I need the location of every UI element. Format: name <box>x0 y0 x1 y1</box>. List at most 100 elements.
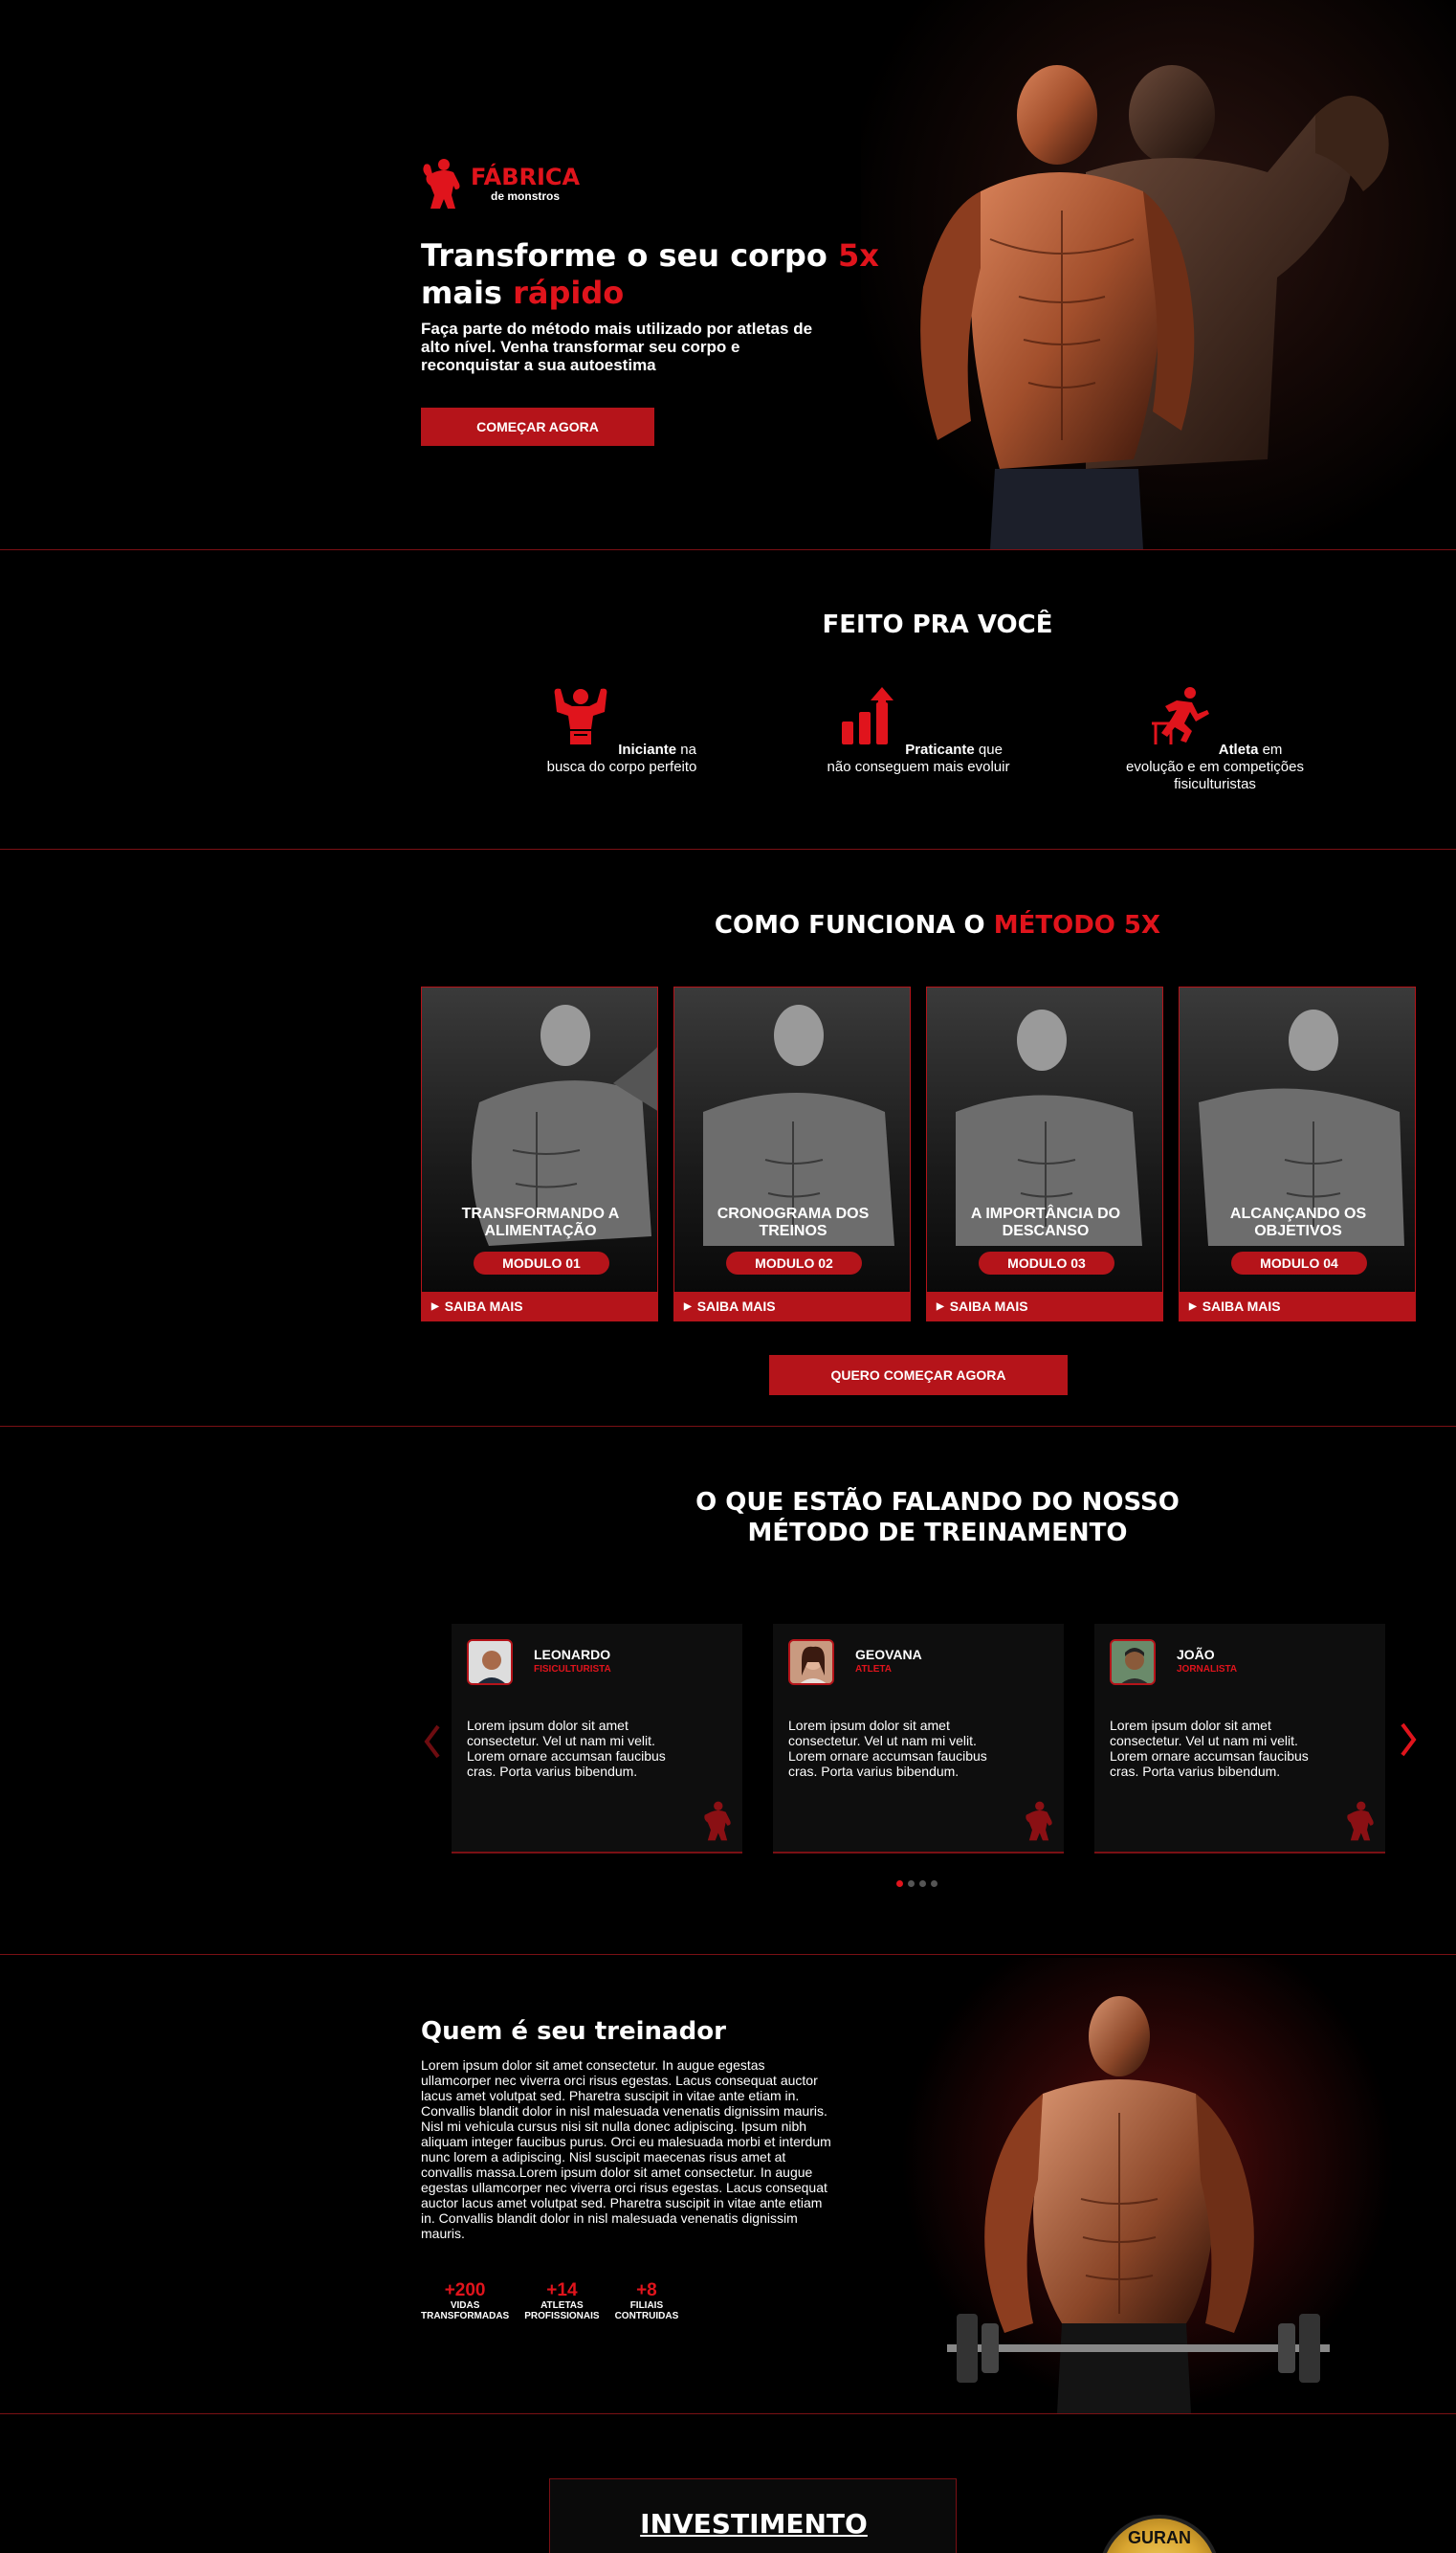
section-divider <box>0 549 1456 550</box>
flexing-man-icon <box>1347 1801 1374 1841</box>
stat-lives-transformed: +200 VIDAS TRANSFORMADAS <box>421 2281 510 2322</box>
module-title: CRONOGRAMA DOS TREINOS <box>717 1206 870 1239</box>
learn-more-link[interactable]: ▶ SAIBA MAIS <box>1180 1292 1415 1321</box>
brand-text: FÁBRICA de monstros <box>471 165 580 203</box>
module-card-1[interactable]: TRANSFORMANDO A ALIMENTAÇÃO MODULO 01 ▶ S… <box>421 987 658 1321</box>
module-title: A IMPORTÂNCIA DO DESCANSO <box>970 1206 1121 1239</box>
stat-professional-athletes: +14 ATLETAS PROFISSIONAIS <box>524 2280 600 2322</box>
learn-more-link[interactable]: ▶ SAIBA MAIS <box>422 1292 657 1321</box>
feature-practitioner: Praticante que não conseguem mais evolui… <box>823 685 1014 776</box>
section-divider <box>0 1426 1456 1427</box>
stat-number: +14 <box>546 2280 578 2300</box>
feature-athlete: Atleta em evolução e em competições fisi… <box>1119 685 1311 793</box>
hero-bodybuilder-image <box>920 65 1389 549</box>
module-card-4[interactable]: ALCANÇANDO OS OBJETIVOS MODULO 04 ▶ SAIBA… <box>1179 987 1416 1321</box>
module-title: ALCANÇANDO OS OBJETIVOS <box>1229 1206 1367 1239</box>
module-image <box>956 1010 1142 1246</box>
learn-more-link[interactable]: ▶ SAIBA MAIS <box>674 1292 910 1321</box>
learn-more-label: SAIBA MAIS <box>696 1299 776 1314</box>
learn-more-label: SAIBA MAIS <box>949 1299 1028 1314</box>
module-card-2[interactable]: CRONOGRAMA DOS TREINOS MODULO 02 ▶ SAIBA … <box>673 987 911 1321</box>
module-badge: MODULO 01 <box>474 1252 609 1275</box>
hero-title-text: mais <box>421 275 514 311</box>
want-to-start-button[interactable]: QUERO COMEÇAR AGORA <box>769 1355 1068 1395</box>
avatar <box>788 1639 834 1685</box>
module-card-3[interactable]: A IMPORTÂNCIA DO DESCANSO MODULO 03 ▶ SAI… <box>926 987 1163 1321</box>
muscle-man-icon <box>554 688 607 744</box>
trainer-stats: +200 VIDAS TRANSFORMADAS +14 ATLETAS PRO… <box>421 2280 679 2322</box>
carousel-prev-arrow-icon[interactable] <box>421 1722 444 1761</box>
carousel-dot[interactable] <box>931 1880 938 1887</box>
stat-label: PROFISSIONAIS <box>524 2311 600 2321</box>
feature-bold: Praticante <box>905 742 975 758</box>
method-title: COMO FUNCIONA O MÉTODO 5X <box>419 911 1456 940</box>
seal-text: GURAN <box>1128 2528 1191 2547</box>
flexing-man-icon <box>423 159 460 209</box>
flexing-man-icon <box>1026 1801 1052 1841</box>
play-icon: ▶ <box>684 1300 692 1312</box>
feature-bold: Iniciante <box>618 742 677 758</box>
testimonials-title: O QUE ESTÃO FALANDO DO NOSSO MÉTODO DE T… <box>419 1487 1456 1548</box>
section-divider <box>0 849 1456 850</box>
carousel-dot[interactable] <box>908 1880 915 1887</box>
trainer-image <box>947 1996 1330 2413</box>
testimonial-name: GEOVANA <box>855 1647 922 1662</box>
avatar-image <box>1112 1641 1154 1683</box>
stat-branches-built: +8 FILIAIS CONTRUIDAS <box>614 2280 679 2322</box>
hero-description: Faça parte do método mais utilizado por … <box>421 320 813 374</box>
module-image <box>703 1005 894 1246</box>
carousel-dot[interactable] <box>919 1880 926 1887</box>
growth-chart-icon <box>842 687 894 744</box>
guarantee-seal: GURAN <box>1098 2515 1221 2553</box>
hero-title-text: Transforme o seu corpo <box>421 237 838 274</box>
brand-logo[interactable]: FÁBRICA de monstros <box>421 157 580 211</box>
testimonial-name: JOÃO <box>1177 1647 1215 1662</box>
module-title: TRANSFORMANDO A ALIMENTAÇÃO <box>461 1206 620 1239</box>
avatar <box>467 1639 513 1685</box>
testimonial-text: Lorem ipsum dolor sit amet consectetur. … <box>788 1718 987 1779</box>
brand-tagline: de monstros <box>491 189 561 203</box>
section-divider <box>0 2413 1456 2414</box>
stat-label: VIDAS <box>450 2300 480 2311</box>
feature-beginner: Iniciante na busca do corpo perfeito <box>526 685 717 776</box>
stat-label: ATLETAS <box>540 2300 584 2311</box>
investment-box: INVESTIMENTO <box>549 2478 957 2553</box>
hero-title: Transforme o seu corpo 5x mais rápido <box>421 237 918 312</box>
module-image <box>472 1005 657 1246</box>
play-icon: ▶ <box>937 1300 944 1312</box>
brand-name: FÁBRICA <box>471 164 581 190</box>
for-you-title: FEITO PRA VOCÊ <box>822 610 1053 639</box>
trainer-title: Quem é seu treinador <box>421 2017 726 2046</box>
testimonial-name: LEONARDO <box>534 1647 611 1662</box>
testimonials-title-line: MÉTODO DE TREINAMENTO <box>747 1519 1128 1547</box>
carousel-next-arrow-icon[interactable] <box>1397 1720 1420 1759</box>
feature-text: em evolução e em competições fisiculturi… <box>1126 742 1304 792</box>
carousel-dots <box>896 1880 938 1887</box>
testimonial-text: Lorem ipsum dolor sit amet consectetur. … <box>467 1718 666 1779</box>
carousel-dot[interactable] <box>896 1880 903 1887</box>
module-badge: MODULO 04 <box>1231 1252 1367 1275</box>
feature-bold: Atleta <box>1218 742 1259 758</box>
stat-number: +8 <box>636 2280 657 2300</box>
flexing-man-icon <box>704 1801 731 1841</box>
start-now-button[interactable]: COMEÇAR AGORA <box>421 408 654 446</box>
hurdle-runner-icon <box>1151 687 1209 744</box>
investment-title: INVESTIMENTO <box>640 2508 868 2540</box>
method-title-highlight: MÉTODO 5X <box>993 911 1161 940</box>
testimonial-text: Lorem ipsum dolor sit amet consectetur. … <box>1110 1718 1309 1779</box>
learn-more-label: SAIBA MAIS <box>1202 1299 1281 1314</box>
play-icon: ▶ <box>1189 1300 1197 1312</box>
testimonial-role: JORNALISTA <box>1177 1664 1238 1675</box>
hero-title-highlight: 5x <box>837 237 879 274</box>
module-image <box>1199 1010 1404 1246</box>
testimonials-title-line: O QUE ESTÃO FALANDO DO NOSSO <box>695 1488 1180 1517</box>
learn-more-link[interactable]: ▶ SAIBA MAIS <box>927 1292 1162 1321</box>
learn-more-label: SAIBA MAIS <box>444 1299 523 1314</box>
stat-label: FILIAIS <box>629 2300 664 2311</box>
testimonial-card: LEONARDO FISICULTURISTA Lorem ipsum dolo… <box>452 1624 742 1854</box>
section-divider <box>0 1954 1456 1955</box>
stat-label: TRANSFORMADAS <box>421 2311 510 2321</box>
avatar-image <box>469 1641 511 1683</box>
trainer-text: Lorem ipsum dolor sit amet consectetur. … <box>421 2057 831 2241</box>
stat-label: CONTRUIDAS <box>614 2311 679 2321</box>
